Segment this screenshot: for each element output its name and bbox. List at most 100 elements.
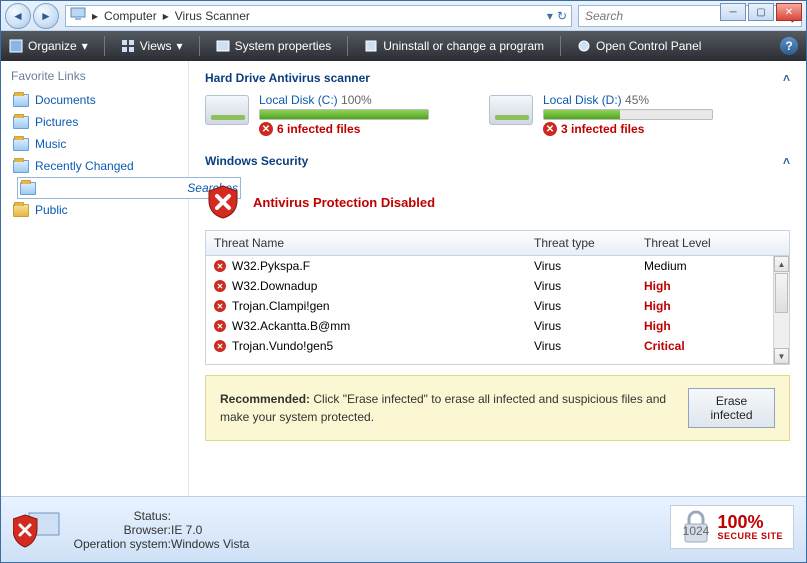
secure-percent: 100% (717, 513, 783, 531)
scrollbar[interactable]: ▲ ▼ (773, 256, 789, 364)
shield-error-icon (205, 184, 241, 220)
protection-status: Antivirus Protection Disabled (253, 195, 435, 210)
threat-type-cell: Virus (534, 299, 644, 313)
sidebar-item-recently-changed[interactable]: Recently Changed (11, 155, 178, 177)
os-value: Windows Vista (171, 537, 249, 551)
table-row[interactable]: ✕W32.Ackantta.B@mm Virus High (206, 316, 789, 336)
scroll-thumb[interactable] (775, 273, 788, 313)
properties-icon (216, 39, 230, 53)
system-properties-button[interactable]: System properties (216, 39, 332, 53)
os-key: Operation system: (71, 537, 171, 551)
table-row[interactable]: ✕Trojan.Vundo!gen5 Virus Critical (206, 336, 789, 356)
recommendation-text: Recommended: Click "Erase infected" to e… (220, 390, 668, 426)
threat-name-cell: ✕Trojan.Vundo!gen5 (214, 339, 534, 353)
threat-type-cell: Virus (534, 339, 644, 353)
threat-level-cell: High (644, 319, 781, 333)
threat-icon: ✕ (214, 280, 226, 292)
progress-bar (543, 109, 713, 120)
nav-back-button[interactable]: ◄ (5, 3, 31, 29)
threat-icon: ✕ (214, 340, 226, 352)
svg-text:1024: 1024 (683, 524, 710, 538)
threat-table-body: ✕W32.Pykspa.F Virus Medium✕W32.Downadup … (206, 256, 789, 364)
breadcrumb-sep: ▸ (163, 9, 169, 23)
refresh-icon[interactable]: ↻ (557, 9, 567, 23)
collapse-icon[interactable]: ˄ (783, 71, 790, 85)
footer-info: Status: Browser:IE 7.0 Operation system:… (71, 509, 249, 551)
toolbar-separator (199, 36, 200, 56)
breadcrumb-current[interactable]: Virus Scanner (175, 9, 250, 23)
threat-name-cell: ✕W32.Ackantta.B@mm (214, 319, 534, 333)
breadcrumb-sep: ▸ (92, 9, 98, 23)
recommendation-bold: Recommended: (220, 392, 310, 406)
scroll-down-button[interactable]: ▼ (774, 348, 789, 364)
table-row[interactable]: ✕W32.Pykspa.F Virus Medium (206, 256, 789, 276)
computer-icon (70, 7, 86, 24)
drive[interactable]: Local Disk (D:) 45% ✕3 infected files (489, 93, 713, 136)
sidebar-heading: Favorite Links (11, 69, 178, 83)
uninstall-button[interactable]: Uninstall or change a program (364, 39, 544, 53)
explorer-window: ─ ▢ ✕ ◄ ► ▸ Computer ▸ Virus Scanner ▾ ↻… (0, 0, 807, 563)
drive-name: Local Disk (D:) 45% (543, 93, 713, 107)
erase-infected-button[interactable]: Erase infected (688, 388, 775, 428)
sidebar-item-label: Documents (35, 93, 96, 107)
scanner-heading-row: Hard Drive Antivirus scanner ˄ (205, 71, 790, 85)
scroll-up-button[interactable]: ▲ (774, 256, 789, 272)
threat-level-cell: High (644, 299, 781, 313)
address-bar[interactable]: ▸ Computer ▸ Virus Scanner ▾ ↻ (65, 5, 572, 27)
close-button[interactable]: ✕ (776, 3, 802, 21)
folder-icon (13, 138, 29, 151)
sidebar-item-public[interactable]: Public (11, 199, 178, 221)
drive-icon (205, 95, 249, 125)
sidebar: Favorite Links Documents Pictures Music … (1, 61, 189, 496)
collapse-icon[interactable]: ˄ (783, 154, 790, 168)
minimize-button[interactable]: ─ (720, 3, 746, 21)
nav-forward-button[interactable]: ► (33, 3, 59, 29)
views-label: Views (140, 39, 172, 53)
progress-bar (259, 109, 429, 120)
address-dropdown-icon[interactable]: ▾ (547, 9, 553, 23)
threat-icon: ✕ (214, 300, 226, 312)
col-threat-name[interactable]: Threat Name (206, 231, 526, 255)
uninstall-label: Uninstall or change a program (383, 39, 544, 53)
sidebar-item-label: Pictures (35, 115, 78, 129)
drives-container: Local Disk (C:) 100% ✕6 infected files L… (205, 93, 790, 136)
sidebar-item-label: Recently Changed (35, 159, 134, 173)
recommendation-panel: Recommended: Click "Erase infected" to e… (205, 375, 790, 441)
help-button[interactable]: ? (780, 37, 798, 55)
col-threat-level[interactable]: Threat Level (636, 231, 789, 255)
sidebar-item-documents[interactable]: Documents (11, 89, 178, 111)
toolbar-separator (347, 36, 348, 56)
secure-site-badge: 1024 100% SECURE SITE (670, 505, 794, 549)
threat-level-cell: High (644, 279, 781, 293)
infected-count: ✕3 infected files (543, 122, 713, 136)
sidebar-item-pictures[interactable]: Pictures (11, 111, 178, 133)
threat-icon: ✕ (214, 260, 226, 272)
views-menu[interactable]: Views ▾ (121, 39, 183, 53)
threat-table-header: Threat Name Threat type Threat Level (206, 231, 789, 256)
sidebar-item-music[interactable]: Music (11, 133, 178, 155)
threat-type-cell: Virus (534, 279, 644, 293)
maximize-button[interactable]: ▢ (748, 3, 774, 21)
drive[interactable]: Local Disk (C:) 100% ✕6 infected files (205, 93, 429, 136)
table-row[interactable]: ✕Trojan.Clampi!gen Virus High (206, 296, 789, 316)
infected-count: ✕6 infected files (259, 122, 429, 136)
security-heading: Windows Security (205, 154, 308, 168)
threat-name-cell: ✕Trojan.Clampi!gen (214, 299, 534, 313)
folder-icon (13, 94, 29, 107)
breadcrumb-root[interactable]: Computer (104, 9, 157, 23)
control-panel-button[interactable]: Open Control Panel (577, 39, 701, 53)
footer-shield-icon (13, 509, 61, 551)
error-icon: ✕ (543, 122, 557, 136)
scanner-heading: Hard Drive Antivirus scanner (205, 71, 370, 85)
organize-menu[interactable]: Organize ▾ (9, 39, 88, 53)
browser-key: Browser: (71, 523, 171, 537)
table-row[interactable]: ✕W32.Downadup Virus High (206, 276, 789, 296)
folder-icon (13, 204, 29, 217)
organize-label: Organize (28, 39, 77, 53)
toolbar-separator (560, 36, 561, 56)
folder-icon (20, 182, 36, 195)
col-threat-type[interactable]: Threat type (526, 231, 636, 255)
padlock-icon: 1024 (681, 510, 711, 544)
toolbar-separator (104, 36, 105, 56)
status-bar: Status: Browser:IE 7.0 Operation system:… (1, 496, 806, 562)
